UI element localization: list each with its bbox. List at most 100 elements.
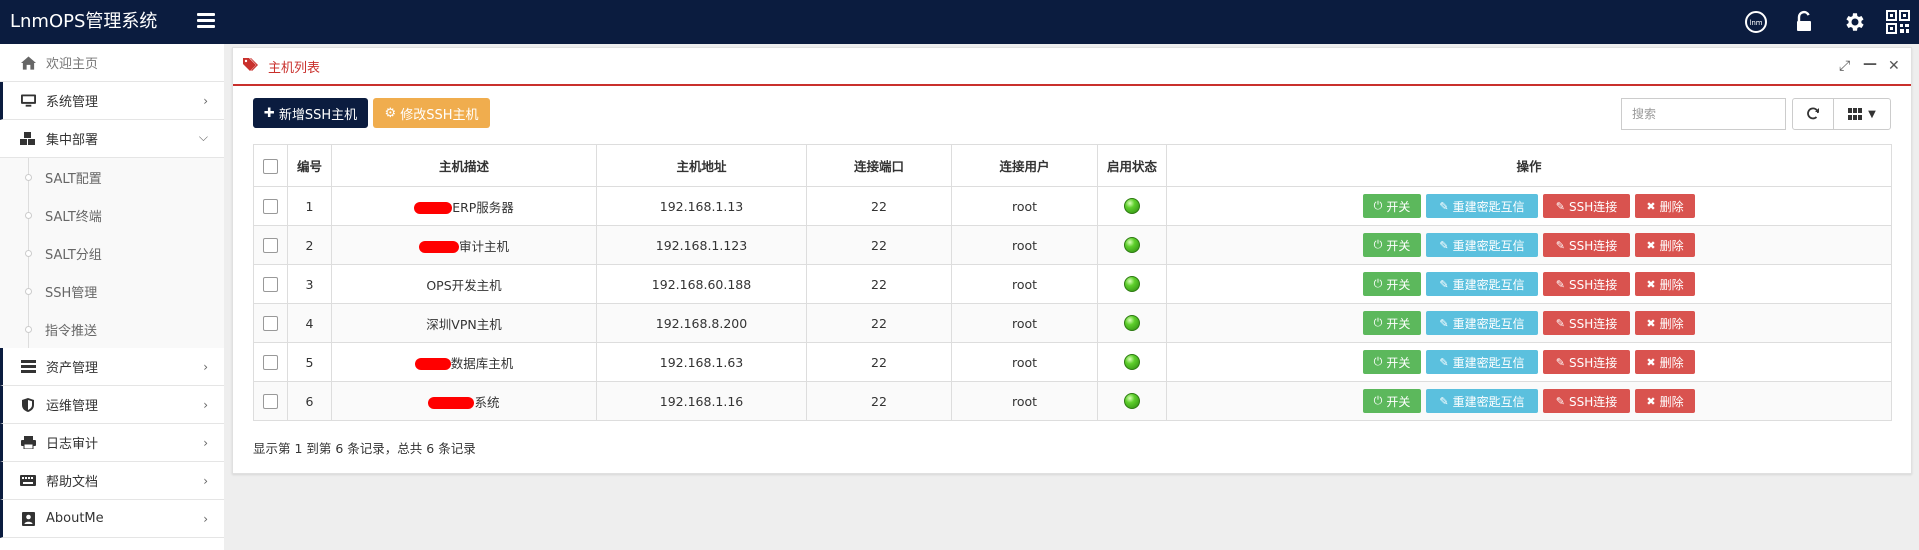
sidebar-subitem-cmd-push[interactable]: 指令推送	[0, 310, 224, 348]
row-checkbox[interactable]	[263, 355, 278, 370]
delete-button[interactable]: ✖ 删除	[1635, 272, 1695, 296]
select-all-checkbox[interactable]	[263, 158, 278, 174]
select-all-cell[interactable]	[253, 144, 288, 187]
row-select-cell[interactable]	[253, 225, 288, 265]
column-header-port[interactable]: 连接端口	[806, 144, 952, 187]
app-title: LnmOPS管理系统	[10, 11, 158, 32]
delete-button[interactable]: ✖ 删除	[1635, 311, 1695, 335]
delete-button[interactable]: ✖ 删除	[1635, 350, 1695, 374]
delete-button[interactable]: ✖ 删除	[1635, 194, 1695, 218]
delete-button[interactable]: ✖ 删除	[1635, 233, 1695, 257]
delete-label: 删除	[1659, 355, 1684, 370]
delete-label: 删除	[1659, 277, 1684, 292]
sidebar-item-assets[interactable]: 资产管理 ›	[0, 348, 224, 386]
edit-button-label: 修改SSH主机	[400, 107, 479, 123]
panel-header: 主机列表	[233, 48, 1911, 86]
ssh-connect-button[interactable]: ✎ SSH连接	[1543, 233, 1630, 257]
edit-ssh-host-button[interactable]: ⚙ 修改SSH主机	[373, 98, 490, 128]
row-select-cell[interactable]	[253, 186, 288, 226]
edit-icon: ✎	[1555, 355, 1565, 369]
column-header-status[interactable]: 启用状态	[1097, 144, 1167, 187]
ssh-label: SSH连接	[1568, 355, 1618, 370]
row-select-cell[interactable]	[253, 303, 288, 343]
sidebar-subitem-salt-terminal[interactable]: SALT终端	[0, 196, 224, 234]
close-icon[interactable]: ✕	[1888, 58, 1900, 74]
rebuild-trust-button[interactable]: ✎ 重建密匙互信	[1426, 233, 1538, 257]
columns-toggle-button[interactable]: ▼	[1833, 98, 1891, 130]
row-checkbox[interactable]	[263, 277, 278, 292]
toggle-label: 开关	[1386, 277, 1411, 292]
table-row[interactable]: 4 深圳VPN主机 192.168.8.200 22 root ⏻ 开关 ✎ 重建密匙互信 ✎ SS…	[253, 303, 1892, 343]
row-checkbox[interactable]	[263, 199, 278, 214]
table-row[interactable]: 6 系统 192.168.1.16 22 root ⏻ 开关 ✎ 重建密匙互信 ✎ SSH连接 ✖ 删除	[253, 381, 1892, 421]
column-header-id[interactable]: 编号	[287, 144, 332, 187]
gear-icon[interactable]	[1842, 10, 1866, 34]
sidebar-item-ops[interactable]: 运维管理 ›	[0, 386, 224, 424]
chevron-right-icon: ›	[203, 474, 208, 488]
ssh-connect-button[interactable]: ✎ SSH连接	[1543, 311, 1630, 335]
row-select-cell[interactable]	[253, 264, 288, 304]
table-row[interactable]: 2 审计主机 192.168.1.123 22 root ⏻ 开关 ✎ 重建密匙互信 ✎ SSH连接…	[253, 225, 1892, 265]
add-ssh-host-button[interactable]: ✚ 新增SSH主机	[253, 98, 368, 128]
rebuild-trust-button[interactable]: ✎ 重建密匙互信	[1426, 272, 1538, 296]
rebuild-trust-button[interactable]: ✎ 重建密匙互信	[1426, 350, 1538, 374]
row-checkbox[interactable]	[263, 238, 278, 253]
caret-down-icon: ▼	[1868, 108, 1876, 120]
toggle-button[interactable]: ⏻ 开关	[1363, 272, 1421, 296]
edit-icon: ✎	[1555, 277, 1565, 291]
rebuild-trust-button[interactable]: ✎ 重建密匙互信	[1426, 194, 1538, 218]
close-icon: ✖	[1646, 394, 1656, 408]
sidebar-subitem-ssh-manage[interactable]: SSH管理	[0, 272, 224, 310]
ssh-connect-button[interactable]: ✎ SSH连接	[1543, 194, 1630, 218]
expand-icon[interactable]: ⤢	[1839, 58, 1850, 74]
edit-icon: ✎	[1439, 355, 1449, 369]
sidebar-item-home[interactable]: 欢迎主页	[0, 44, 224, 82]
row-select-cell[interactable]	[253, 381, 288, 421]
sidebar-item-logs[interactable]: 日志审计 ›	[0, 424, 224, 462]
toggle-button[interactable]: ⏻ 开关	[1363, 350, 1421, 374]
ssh-connect-button[interactable]: ✎ SSH连接	[1543, 272, 1630, 296]
sidebar-subitem-salt-config[interactable]: SALT配置	[0, 158, 224, 196]
sidebar-subitem-salt-group[interactable]: SALT分组	[0, 234, 224, 272]
cubes-icon	[20, 131, 36, 147]
toggle-button[interactable]: ⏻ 开关	[1363, 311, 1421, 335]
delete-button[interactable]: ✖ 删除	[1635, 389, 1695, 413]
toggle-button[interactable]: ⏻ 开关	[1363, 389, 1421, 413]
table-row[interactable]: 5 数据库主机 192.168.1.63 22 root ⏻ 开关 ✎ 重建密匙互信 ✎ SSH连接…	[253, 342, 1892, 382]
sidebar-item-help[interactable]: 帮助文档 ›	[0, 462, 224, 500]
refresh-button[interactable]	[1792, 98, 1834, 130]
redaction-mark	[418, 241, 459, 253]
lnm-logo-icon[interactable]: lnm	[1744, 10, 1768, 34]
close-icon: ✖	[1646, 238, 1656, 252]
sidebar-item-system[interactable]: 系统管理 ›	[0, 82, 224, 120]
sidebar-item-deploy[interactable]: 集中部署 ⌵	[0, 120, 224, 158]
row-checkbox[interactable]	[263, 316, 278, 331]
row-select-cell[interactable]	[253, 342, 288, 382]
qrcode-icon[interactable]	[1886, 10, 1910, 34]
rebuild-trust-button[interactable]: ✎ 重建密匙互信	[1426, 389, 1538, 413]
delete-label: 删除	[1659, 394, 1684, 409]
ssh-label: SSH连接	[1568, 238, 1618, 253]
ssh-connect-button[interactable]: ✎ SSH连接	[1543, 389, 1630, 413]
column-header-addr[interactable]: 主机地址	[596, 144, 807, 187]
cell-id: 5	[287, 342, 332, 382]
ssh-connect-button[interactable]: ✎ SSH连接	[1543, 350, 1630, 374]
rebuild-trust-button[interactable]: ✎ 重建密匙互信	[1426, 311, 1538, 335]
search-input[interactable]	[1621, 98, 1786, 130]
toggle-button[interactable]: ⏻ 开关	[1363, 233, 1421, 257]
toggle-button[interactable]: ⏻ 开关	[1363, 194, 1421, 218]
close-icon: ✖	[1646, 199, 1656, 213]
menu-toggle-icon[interactable]	[197, 13, 215, 29]
table-row[interactable]: 1 ERP服务器 192.168.1.13 22 root ⏻ 开关 ✎ 重建密匙互信 ✎ SSH连…	[253, 186, 1892, 226]
status-on-icon	[1124, 354, 1140, 371]
rebuild-label: 重建密匙互信	[1452, 199, 1525, 214]
chevron-down-icon: ⌵	[198, 130, 208, 144]
unlock-icon[interactable]	[1792, 10, 1816, 34]
table-row[interactable]: 3 OPS开发主机 192.168.60.188 22 root ⏻ 开关 ✎ 重建密匙互信 ✎ S…	[253, 264, 1892, 304]
row-checkbox[interactable]	[263, 394, 278, 409]
cell-port: 22	[806, 225, 952, 265]
sidebar-item-aboutme[interactable]: AboutMe ›	[0, 500, 224, 538]
column-header-user[interactable]: 连接用户	[951, 144, 1098, 187]
minimize-icon[interactable]: —	[1863, 56, 1877, 72]
column-header-desc[interactable]: 主机描述	[331, 144, 597, 187]
